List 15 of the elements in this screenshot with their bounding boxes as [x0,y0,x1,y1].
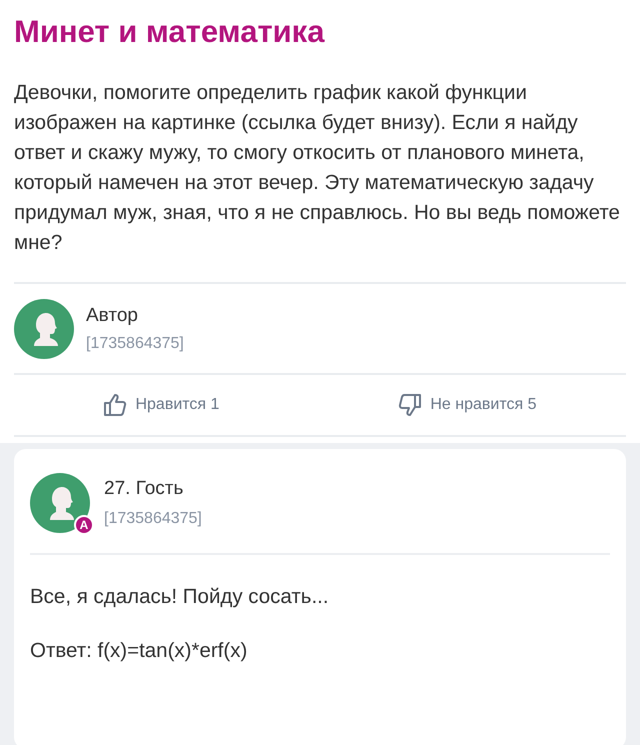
comment-text: Ответ: f(x)=tan(x)*erf(x) [30,638,248,664]
thumbs-down-icon [398,393,422,417]
avatar-icon [30,473,90,533]
comment-text: Все, я сдалась! Пойду сосать... [30,584,330,610]
like-button[interactable]: Нравится 1 [99,389,224,421]
dislike-button[interactable]: Не нравится 5 [394,389,540,421]
commenter-id: [1735864375] [104,510,202,528]
avatar-icon [14,299,74,359]
post-title: Минет и математика [14,13,326,51]
commenter-name: 27. Гость [104,478,184,500]
author-id: [1735864375] [86,335,184,353]
post-text: Девочки, помогите определить график какой функции изображен на картинке (ссылка будет внизу). Если я найду ответ и скажу мужу, то смогу откосить от планового минета, который намечен на этот вечер. Эту математическую задачу придумал муж, зная, что я не справлюсь. Но вы ведь поможете мне? [14,80,621,256]
thumbs-up-icon [103,393,128,417]
author-name: Автор [86,305,138,327]
admin-badge: A [74,515,94,535]
